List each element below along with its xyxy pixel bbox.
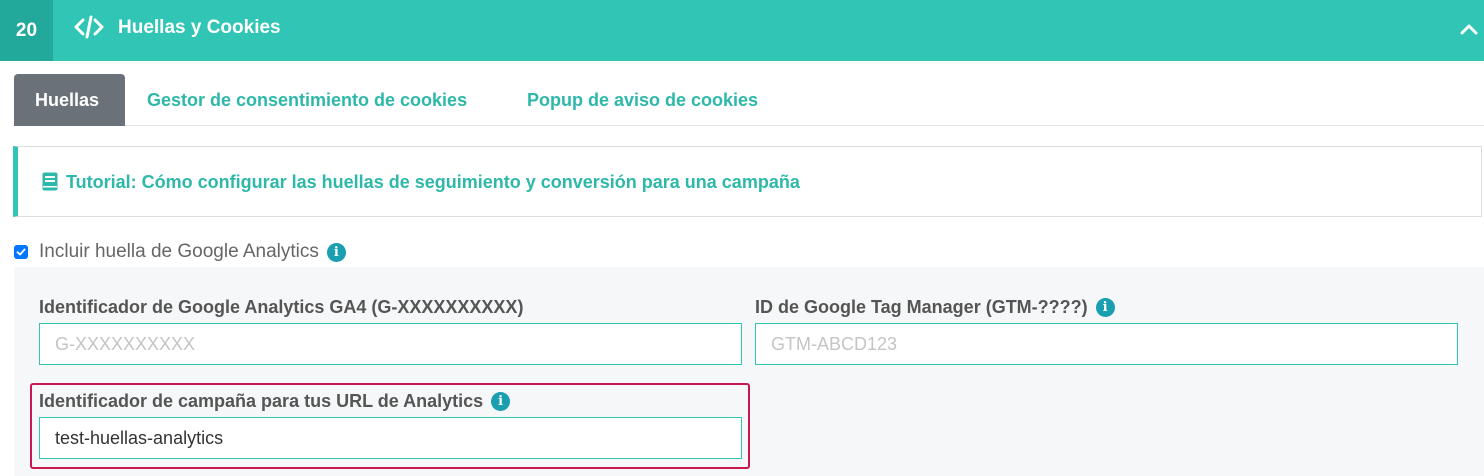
section-title: Huellas y Cookies [118, 17, 281, 38]
step-number: 20 [0, 0, 53, 61]
ga4-label: Identificador de Google Analytics GA4 (G… [39, 297, 523, 318]
gtm-input[interactable] [755, 323, 1458, 365]
code-icon [74, 15, 104, 39]
info-icon[interactable]: i [326, 242, 346, 262]
check-icon [16, 248, 26, 256]
include-ga-row: Incluir huella de Google Analytics i [14, 241, 346, 262]
gtm-label: ID de Google Tag Manager (GTM-????) i [755, 297, 1115, 318]
campaign-label-text: Identificador de campaña para tus URL de… [39, 391, 484, 411]
include-ga-checkbox[interactable] [14, 245, 28, 259]
tab-cookie-popup[interactable]: Popup de aviso de cookies [527, 74, 758, 126]
gtm-label-text: ID de Google Tag Manager (GTM-????) [755, 297, 1088, 317]
campaign-label: Identificador de campaña para tus URL de… [39, 391, 511, 412]
tutorial-link[interactable]: Tutorial: Cómo configurar las huellas de… [66, 172, 800, 193]
book-icon [42, 172, 58, 191]
include-ga-label: Incluir huella de Google Analytics [39, 241, 319, 262]
tab-huellas[interactable]: Huellas [14, 74, 125, 126]
info-icon[interactable]: i [1095, 298, 1115, 317]
tab-cookie-consent-manager[interactable]: Gestor de consentimiento de cookies [147, 74, 467, 126]
section-header[interactable]: 20 Huellas y Cookies [0, 0, 1484, 61]
chevron-up-icon[interactable] [1460, 22, 1478, 36]
info-icon[interactable]: i [491, 392, 511, 411]
campaign-input[interactable] [39, 417, 742, 459]
ga4-label-text: Identificador de Google Analytics GA4 (G… [39, 297, 524, 317]
tutorial-callout: Tutorial: Cómo configurar las huellas de… [13, 146, 1482, 217]
ga4-input[interactable] [39, 323, 742, 365]
